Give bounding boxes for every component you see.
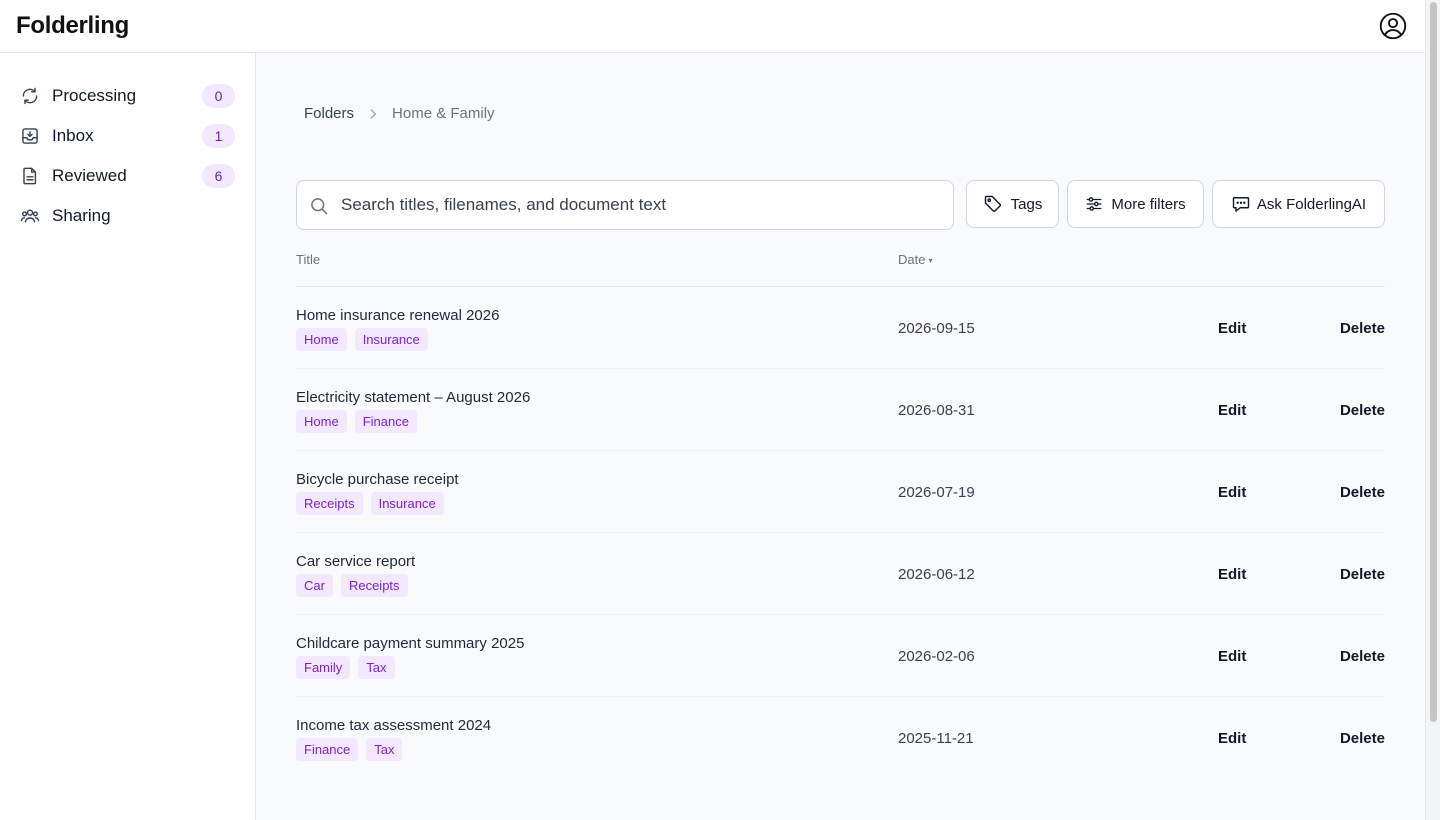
tag-chip[interactable]: Home [296,410,347,433]
sidebar-item-processing[interactable]: Processing 0 [0,76,255,116]
tag-chip[interactable]: Tax [358,656,395,679]
document-date: 2026-02-06 [898,648,975,665]
tag-chip[interactable]: Car [296,574,333,597]
breadcrumb: Folders Home & Family [304,105,495,122]
inbox-icon [20,126,40,146]
tag-chip[interactable]: Insurance [370,492,444,515]
table-row[interactable]: Car service report Car Receipts 2026-06-… [296,533,1385,615]
document-list: Home insurance renewal 2026 Home Insuran… [296,287,1385,779]
table-row[interactable]: Electricity statement – August 2026 Home… [296,369,1385,451]
document-icon [20,166,40,186]
sort-down-icon: ▾ [928,256,933,265]
tag-chip[interactable]: Finance [296,738,359,761]
sidebar-item-label: Inbox [52,126,94,145]
sidebar: Processing 0 Inbox 1 Reviewed 6 Sharing [0,53,256,820]
main-content: Folders Home & Family Tags More filters [256,53,1425,820]
document-title[interactable]: Income tax assessment 2024 [296,717,491,734]
edit-button[interactable]: Edit [1218,484,1246,501]
ask-ai-button[interactable]: Ask FolderlingAI [1212,180,1385,228]
refresh-icon [20,86,40,106]
edit-button[interactable]: Edit [1218,320,1246,337]
search-box[interactable] [296,180,954,230]
document-date: 2025-11-21 [898,730,974,747]
tag-chip[interactable]: Insurance [354,328,428,351]
tag-list: Receipts Insurance [296,492,452,515]
users-icon [20,206,40,226]
delete-button[interactable]: Delete [1340,402,1385,419]
sidebar-item-reviewed[interactable]: Reviewed 6 [0,156,255,196]
document-title[interactable]: Childcare payment summary 2025 [296,635,524,652]
table-row[interactable]: Childcare payment summary 2025 Family Ta… [296,615,1385,697]
tag-chip[interactable]: Home [296,328,347,351]
document-title[interactable]: Bicycle purchase receipt [296,471,459,488]
scrollbar-thumb[interactable] [1430,2,1437,722]
tag-list: Finance Tax [296,738,410,761]
chat-bubble-icon [1231,194,1251,214]
document-title[interactable]: Home insurance renewal 2026 [296,307,499,324]
edit-button[interactable]: Edit [1218,566,1246,583]
tag-chip[interactable]: Receipts [340,574,408,597]
more-filters-button[interactable]: More filters [1067,180,1204,228]
tag-chip[interactable]: Receipts [296,492,363,515]
tag-list: Home Insurance [296,328,436,351]
delete-button[interactable]: Delete [1340,320,1385,337]
document-date: 2026-07-19 [898,484,975,501]
document-date: 2026-06-12 [898,566,975,583]
tag-list: Family Tax [296,656,403,679]
count-badge: 1 [202,124,235,148]
count-badge: 6 [202,164,235,188]
search-icon [309,196,329,216]
sidebar-item-label: Reviewed [52,166,127,185]
delete-button[interactable]: Delete [1340,566,1385,583]
document-date: 2026-08-31 [898,402,975,419]
count-badge: 0 [202,84,235,108]
user-circle-icon [1379,12,1407,40]
column-header-date[interactable]: Date ▾ [898,252,932,267]
document-date: 2026-09-15 [898,320,975,337]
tag-chip[interactable]: Finance [354,410,417,433]
table-row[interactable]: Bicycle purchase receipt Receipts Insura… [296,451,1385,533]
delete-button[interactable]: Delete [1340,648,1385,665]
tag-chip[interactable]: Tax [366,738,403,761]
delete-button[interactable]: Delete [1340,484,1385,501]
tags-button-label: Tags [1010,195,1043,213]
tag-list: Car Receipts [296,574,416,597]
ask-ai-label: Ask FolderlingAI [1256,195,1367,213]
edit-button[interactable]: Edit [1218,402,1246,419]
breadcrumb-root-link[interactable]: Folders [304,105,354,122]
document-title[interactable]: Electricity statement – August 2026 [296,389,530,406]
chevron-right-icon [366,107,380,121]
table-header: Title Date ▾ [296,248,1385,287]
sidebar-item-sharing[interactable]: Sharing [0,196,255,236]
app-title: Folderling [16,12,129,39]
document-title[interactable]: Car service report [296,553,415,570]
tags-button[interactable]: Tags [966,180,1059,228]
search-input[interactable] [341,181,941,229]
table-row[interactable]: Home insurance renewal 2026 Home Insuran… [296,287,1385,369]
sliders-icon [1085,195,1103,213]
sidebar-item-label: Sharing [52,206,111,225]
table-row[interactable]: Income tax assessment 2024 Finance Tax 2… [296,697,1385,779]
delete-button[interactable]: Delete [1340,730,1385,747]
edit-button[interactable]: Edit [1218,648,1246,665]
edit-button[interactable]: Edit [1218,730,1246,747]
tag-list: Home Finance [296,410,425,433]
tag-icon [983,194,1003,214]
account-button[interactable] [1378,11,1408,41]
tag-chip[interactable]: Family [296,656,351,679]
page-scrollbar[interactable] [1425,0,1440,820]
app-header: Folderling [0,0,1425,53]
column-header-date-label: Date [898,252,926,267]
sidebar-item-label: Processing [52,86,137,105]
breadcrumb-current: Home & Family [392,105,495,122]
sidebar-item-inbox[interactable]: Inbox 1 [0,116,255,156]
column-header-title: Title [296,252,321,267]
more-filters-label: More filters [1111,195,1186,213]
